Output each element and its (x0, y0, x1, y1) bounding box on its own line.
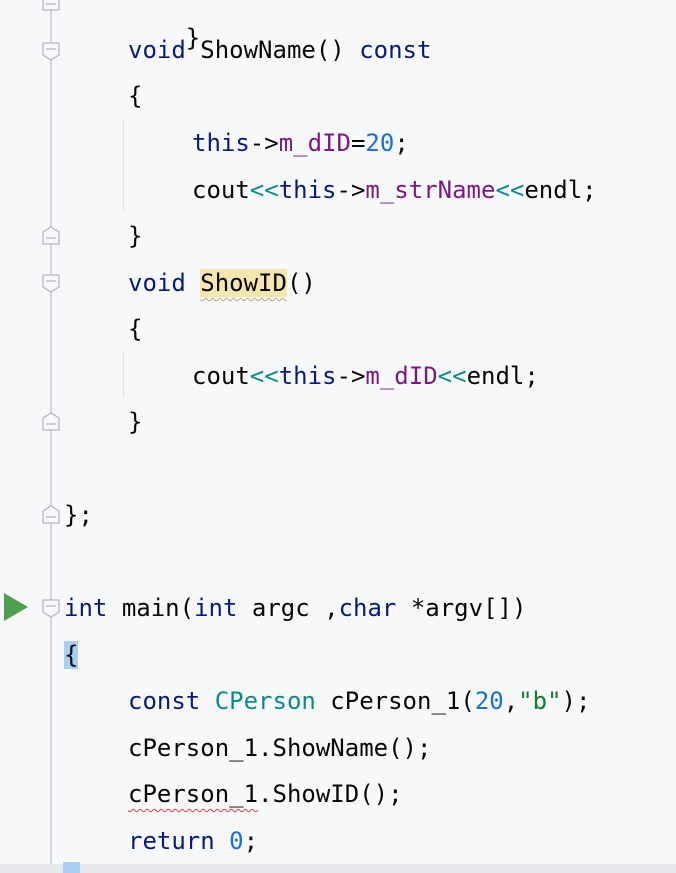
comma: , (503, 687, 519, 715)
number-literal: 20 (474, 687, 504, 715)
opening-brace-matched: { (64, 641, 79, 669)
closing-brace: } (128, 222, 143, 250)
identifier: endl (466, 362, 525, 390)
string-literal: "b" (518, 687, 562, 715)
semicolon: ; (243, 827, 259, 855)
horizontal-scrollbar[interactable] (0, 864, 676, 873)
arrow-op: -> (336, 362, 366, 390)
indent-guide (123, 352, 124, 398)
code-line[interactable]: { (128, 78, 142, 114)
code-line[interactable]: const CPerson cPerson_1(20,"b"); (128, 683, 590, 719)
closing-brace: } (128, 408, 143, 436)
code-line[interactable]: cPerson_1.ShowName(); (128, 730, 431, 766)
punctuation: ); (561, 687, 591, 715)
code-line[interactable]: return 0; (128, 823, 258, 859)
semicolon: ; (394, 129, 409, 157)
fold-end-icon[interactable] (41, 0, 61, 12)
arrow-op: -> (336, 176, 366, 204)
code-line[interactable]: } (128, 404, 142, 440)
code-line[interactable]: } (128, 0, 200, 52)
member-var: m_strName (365, 176, 496, 204)
fold-end-icon[interactable] (41, 505, 61, 525)
code-line[interactable]: void ShowName() const (128, 32, 431, 68)
opening-brace: { (128, 82, 143, 110)
number-literal: 0 (229, 827, 244, 855)
member-var: m_dID (278, 129, 351, 157)
keyword: const (128, 687, 201, 715)
parens: () (286, 269, 316, 297)
fold-end-icon[interactable] (41, 226, 61, 246)
assign-op: = (350, 129, 366, 157)
identifier: cPerson_1( (315, 687, 475, 715)
error-identifier: cPerson_1 (128, 780, 259, 808)
statement: .ShowID(); (258, 780, 403, 808)
param: argc , (237, 594, 339, 622)
code-line[interactable]: { (128, 311, 142, 347)
stream-op: << (495, 176, 525, 204)
function-name-highlighted: ShowID (200, 269, 287, 297)
indent-guide (123, 120, 124, 210)
stream-op: << (249, 362, 279, 390)
keyword: return (128, 827, 215, 855)
identifier: cout (192, 362, 250, 390)
function-name: ShowName (200, 36, 316, 64)
semicolon: ; (524, 362, 539, 390)
number-literal: 20 (365, 129, 395, 157)
keyword: char (338, 594, 397, 622)
code-line[interactable]: }; (64, 497, 93, 533)
semicolon: ; (582, 176, 597, 204)
fold-start-icon[interactable] (41, 598, 61, 618)
code-line[interactable]: this->m_dID=20; (192, 125, 409, 161)
run-gutter-icon[interactable] (3, 592, 29, 622)
code-line[interactable]: int main(int argc ,char *argv[]) (64, 590, 526, 626)
keyword: int (64, 594, 108, 622)
stream-op: << (437, 362, 467, 390)
keyword: void (128, 269, 186, 297)
arrow-op: -> (249, 129, 279, 157)
identifier: cout (192, 176, 250, 204)
code-line[interactable]: cout<<this->m_dID<<endl; (192, 358, 539, 394)
keyword: this (278, 362, 337, 390)
fold-start-icon[interactable] (41, 273, 61, 293)
code-line[interactable]: } (128, 218, 142, 254)
opening-brace: { (128, 315, 143, 343)
keyword: int (194, 594, 238, 622)
code-line[interactable]: void ShowID() (128, 265, 316, 301)
param: *argv[]) (396, 594, 527, 622)
code-line[interactable]: cout<<this->m_strName<<endl; (192, 172, 597, 208)
code-line[interactable]: cPerson_1.ShowID(); (128, 776, 403, 812)
fold-end-icon[interactable] (41, 412, 61, 432)
statement: cPerson_1.ShowName(); (128, 734, 432, 762)
keyword: this (192, 129, 250, 157)
class-end: }; (64, 501, 93, 529)
fold-start-icon[interactable] (41, 41, 61, 61)
code-editor[interactable]: } void ShowName() const { this->m_dID=20… (0, 0, 676, 873)
type-name: CPerson (214, 687, 316, 715)
gutter-divider (50, 0, 52, 873)
function-name: main( (121, 594, 195, 622)
matched-brace-highlight (63, 862, 80, 873)
code-line[interactable]: { (64, 637, 79, 673)
parens: () (315, 36, 345, 64)
identifier: endl (524, 176, 583, 204)
stream-op: << (249, 176, 279, 204)
keyword: this (278, 176, 337, 204)
keyword: const (359, 36, 432, 64)
member-var: m_dID (365, 362, 438, 390)
keyword: void (128, 36, 186, 64)
